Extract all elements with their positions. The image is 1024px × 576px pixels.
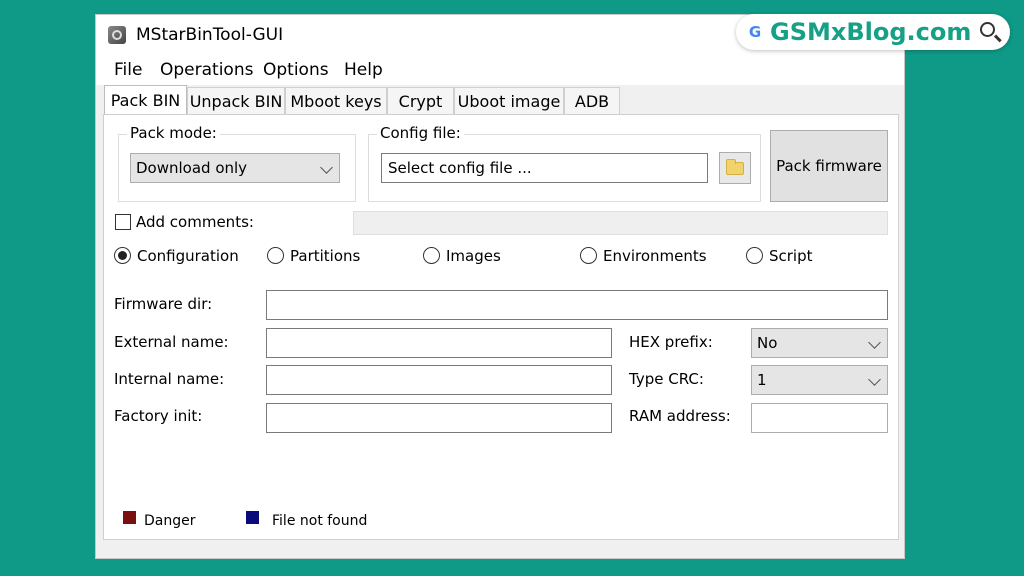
- radio-images[interactable]: [423, 247, 440, 264]
- type-crc-value: 1: [757, 371, 767, 389]
- radio-configuration[interactable]: [114, 247, 131, 264]
- hex-prefix-select[interactable]: No: [751, 328, 888, 358]
- factory-init-label: Factory init:: [114, 407, 203, 425]
- comments-input[interactable]: [353, 211, 888, 235]
- chevron-down-icon: [868, 373, 881, 386]
- google-logo: G: [748, 23, 762, 41]
- ram-address-input[interactable]: [751, 403, 888, 433]
- radio-partitions[interactable]: [267, 247, 284, 264]
- type-crc-select[interactable]: 1: [751, 365, 888, 395]
- folder-icon: [726, 159, 744, 175]
- radio-script-label: Script: [769, 247, 813, 265]
- tab-mboot-keys[interactable]: Mboot keys: [285, 87, 387, 114]
- menu-file[interactable]: File: [114, 60, 142, 80]
- firmware-dir-input[interactable]: [266, 290, 888, 320]
- tab-unpack-bin[interactable]: Unpack BIN: [187, 87, 285, 114]
- danger-swatch: [123, 511, 136, 524]
- pack-mode-value: Download only: [136, 159, 248, 177]
- app-window: MStarBinTool-GUI File Operations Options…: [95, 14, 905, 559]
- ram-address-label: RAM address:: [629, 407, 731, 425]
- radio-environments[interactable]: [580, 247, 597, 264]
- hex-prefix-value: No: [757, 334, 778, 352]
- radio-configuration-label: Configuration: [137, 247, 239, 265]
- tab-uboot-image[interactable]: Uboot image: [454, 87, 564, 114]
- firmware-dir-label: Firmware dir:: [114, 295, 213, 313]
- tab-pack-bin[interactable]: Pack BIN: [104, 85, 187, 114]
- config-file-input[interactable]: Select config file ...: [381, 153, 708, 183]
- internal-name-label: Internal name:: [114, 370, 225, 388]
- window-title: MStarBinTool-GUI: [136, 25, 284, 45]
- badge-text: GSMxBlog.com: [770, 18, 972, 46]
- tab-adb[interactable]: ADB: [564, 87, 620, 114]
- browse-config-button[interactable]: [719, 152, 751, 184]
- pack-firmware-button[interactable]: Pack firmware: [770, 130, 888, 202]
- menu-options[interactable]: Options: [263, 60, 329, 80]
- chevron-down-icon: [320, 161, 333, 174]
- radio-script[interactable]: [746, 247, 763, 264]
- menu-bar: File Operations Options Help: [96, 55, 904, 85]
- tab-crypt[interactable]: Crypt: [387, 87, 454, 114]
- pack-bin-panel: Pack mode: Download only Config file: Se…: [103, 114, 899, 540]
- app-gear-icon: [108, 26, 126, 44]
- menu-operations[interactable]: Operations: [160, 60, 253, 80]
- site-badge[interactable]: G GSMxBlog.com: [736, 14, 1010, 50]
- hex-prefix-label: HEX prefix:: [629, 333, 713, 351]
- radio-partitions-label: Partitions: [290, 247, 361, 265]
- add-comments-label: Add comments:: [136, 213, 254, 231]
- pack-mode-label: Pack mode:: [127, 124, 220, 142]
- legend-danger-label: Danger: [144, 513, 196, 529]
- add-comments-checkbox[interactable]: [115, 214, 131, 230]
- type-crc-label: Type CRC:: [629, 370, 704, 388]
- chevron-down-icon: [868, 336, 881, 349]
- factory-init-input[interactable]: [266, 403, 612, 433]
- file-not-found-swatch: [246, 511, 259, 524]
- search-icon[interactable]: [980, 22, 995, 37]
- config-file-label: Config file:: [377, 124, 464, 142]
- internal-name-input[interactable]: [266, 365, 612, 395]
- radio-environments-label: Environments: [603, 247, 707, 265]
- legend-file-not-found-label: File not found: [272, 513, 368, 529]
- external-name-input[interactable]: [266, 328, 612, 358]
- pack-mode-select[interactable]: Download only: [130, 153, 340, 183]
- external-name-label: External name:: [114, 333, 229, 351]
- radio-images-label: Images: [446, 247, 501, 265]
- menu-help[interactable]: Help: [344, 60, 383, 80]
